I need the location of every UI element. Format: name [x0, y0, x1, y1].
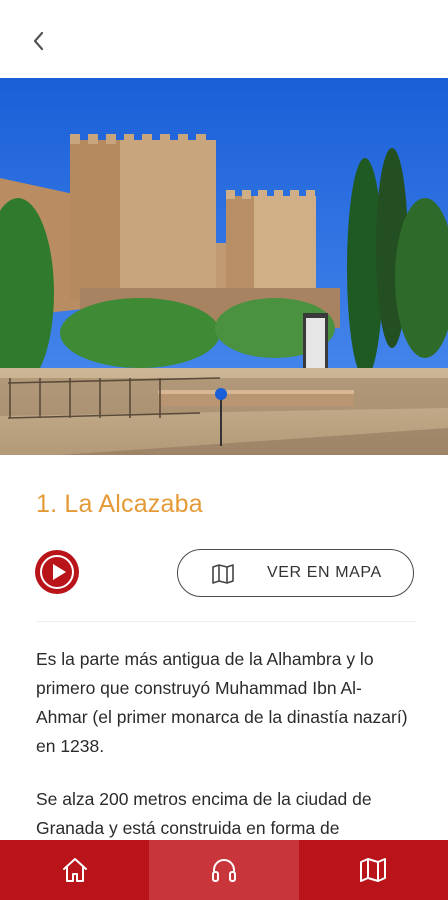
hero-image: [0, 78, 448, 455]
view-on-map-label: VER EN MAPA: [267, 564, 382, 581]
page-title: 1. La Alcazaba: [36, 490, 203, 518]
nav-home[interactable]: [0, 840, 149, 900]
map-icon: [360, 858, 387, 882]
view-on-map-button[interactable]: VER EN MAPA: [177, 549, 414, 597]
play-icon: [52, 564, 66, 580]
alcazaba-photo: [0, 78, 448, 455]
bottom-navigation: [0, 840, 448, 900]
nav-audio-guide[interactable]: [149, 840, 299, 900]
description-paragraph-2: Se alza 200 metros encima de la ciudad d…: [36, 789, 372, 838]
description-paragraph-1: Es la parte más antigua de la Alhambra y…: [36, 649, 408, 756]
headphones-icon: [211, 859, 236, 882]
divider: [36, 621, 416, 622]
chevron-left-icon: [33, 31, 44, 51]
top-bar: [0, 0, 448, 78]
back-button[interactable]: [22, 24, 56, 58]
play-audio-button[interactable]: [35, 550, 79, 594]
map-icon: [212, 564, 234, 584]
nav-map[interactable]: [299, 840, 448, 900]
home-icon: [62, 858, 87, 882]
